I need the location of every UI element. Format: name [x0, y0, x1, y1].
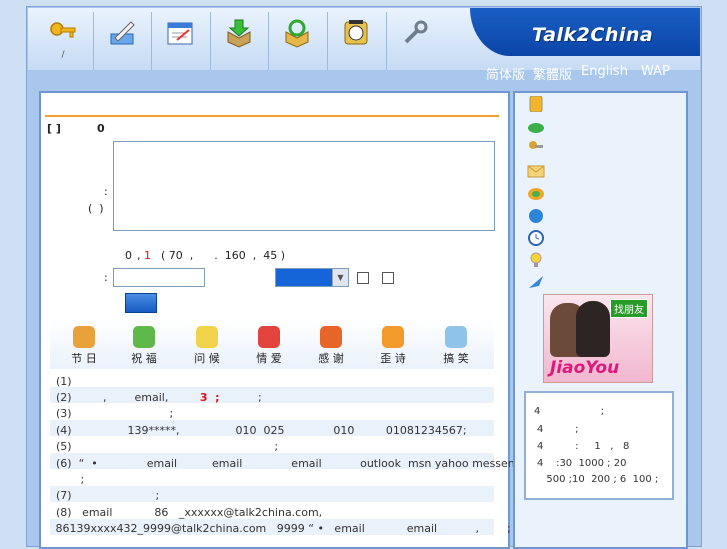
category-label: 问 候 [194, 352, 220, 365]
category-poem[interactable]: 歪 诗 [373, 326, 413, 366]
category-festival[interactable]: 节 日 [64, 326, 104, 366]
category-greeting[interactable]: 问 候 [187, 326, 227, 366]
compose-button[interactable] [94, 12, 150, 68]
category-label: 搞 笑 [443, 352, 469, 365]
pen-icon [110, 21, 135, 45]
festival-icon [73, 326, 95, 348]
rule-item: (3) ; [56, 407, 174, 420]
category-label: 节 日 [71, 352, 97, 365]
counter-sep: , [137, 249, 141, 262]
chat-icon[interactable] [527, 186, 545, 202]
gift-icon [320, 326, 342, 348]
bracket-label: [ ] [47, 122, 61, 135]
category-blessing[interactable]: 祝 福 [124, 326, 164, 366]
note-line: 4 ; [537, 424, 579, 435]
refresh-icon [285, 19, 309, 48]
logo[interactable]: Talk2China [532, 24, 653, 46]
note-line: 4 :30 1000 ; 20 [537, 458, 627, 469]
counter-zero: 0 [125, 249, 132, 262]
lang-english-link[interactable]: English [581, 64, 628, 79]
notepad-button[interactable] [152, 12, 208, 68]
download-icon [227, 19, 251, 48]
lang-simplified-link[interactable]: 简体版 [486, 64, 525, 83]
count-zero: 0 [97, 122, 105, 135]
rule-text: (2) , email, [56, 391, 200, 404]
toolbar-slash: / [61, 50, 65, 60]
bird-icon[interactable] [527, 119, 545, 135]
notepad-icon [167, 22, 193, 45]
funny-icon [445, 326, 467, 348]
heart-icon [258, 326, 280, 348]
category-label: 情 爱 [256, 352, 282, 365]
login-button[interactable]: / [35, 12, 91, 68]
message-colon-label: : [104, 185, 108, 198]
rule-tail: ; [219, 391, 262, 404]
greeting-icon [196, 326, 218, 348]
category-label: 感 谢 [318, 352, 344, 365]
web-button[interactable] [328, 12, 384, 68]
rule-item: (2) , email, 3 ; ; [56, 391, 262, 404]
ad-brand: JiaoYou [550, 358, 620, 378]
counter-limits: ( 70 , . 160 , 45 ) [161, 249, 286, 262]
poem-icon [382, 326, 404, 348]
refresh-button[interactable] [269, 12, 325, 68]
download-button[interactable] [211, 12, 267, 68]
submit-button[interactable] [125, 293, 157, 313]
sender-colon-label: : [104, 271, 108, 284]
ad-photo [576, 301, 610, 357]
mobile-icon[interactable] [527, 96, 545, 112]
globe-icon[interactable] [527, 208, 545, 224]
chevron-down-icon: ▼ [332, 269, 348, 286]
rule-item: ; [56, 473, 85, 486]
note-line: 500 ;10 200 ; 6 100 ; [540, 474, 659, 485]
web-icon [344, 20, 368, 45]
keys-icon[interactable] [527, 140, 545, 156]
category-love[interactable]: 情 爱 [249, 326, 289, 366]
category-thanks[interactable]: 感 谢 [311, 326, 351, 366]
rule-item: (5) ; [56, 440, 279, 453]
rule-item: (8) email 86 _xxxxxx@talk2china.com, [56, 506, 323, 519]
rule-item: (4) 139*****, 010 025 010 01081234567; [56, 424, 467, 437]
lang-wap-link[interactable]: WAP [641, 64, 670, 79]
message-paren-label: ( ) [88, 202, 104, 215]
ad-banner[interactable]: 找朋友 JiaoYou [543, 294, 653, 383]
category-select[interactable]: ▼ [275, 268, 349, 287]
rule-item: (6) “ • email email email outlook msn ya… [56, 457, 534, 470]
key-icon [50, 22, 76, 38]
rule-item: 86139xxxx432_9999@talk2china.com 9999 “ … [52, 522, 511, 535]
feather-icon[interactable] [527, 274, 545, 290]
lang-traditional-link[interactable]: 繁體版 [533, 64, 572, 83]
rule-item: (7) ; [56, 489, 160, 502]
counter-one: 1 [144, 249, 151, 262]
rule-item: (1) [56, 375, 72, 388]
message-textarea[interactable] [113, 141, 495, 231]
tools-icon [404, 20, 428, 44]
option-checkbox-2[interactable] [382, 272, 394, 284]
clock-icon[interactable] [527, 230, 545, 246]
rule-highlight: 3 ; [199, 391, 220, 404]
ad-tag: 找朋友 [610, 299, 648, 318]
note-line: 4 : 1 , 8 [537, 441, 630, 452]
option-checkbox-1[interactable] [357, 272, 369, 284]
category-funny[interactable]: 搞 笑 [436, 326, 476, 366]
bulb-icon[interactable] [527, 252, 545, 268]
blessing-icon [133, 326, 155, 348]
sender-input[interactable] [113, 268, 205, 287]
tools-button[interactable] [387, 12, 443, 68]
category-label: 祝 福 [131, 352, 157, 365]
envelope-icon[interactable] [527, 163, 545, 179]
divider-accent [45, 115, 499, 117]
category-label: 歪 诗 [380, 352, 406, 365]
note-line: 4 ; [534, 406, 605, 417]
